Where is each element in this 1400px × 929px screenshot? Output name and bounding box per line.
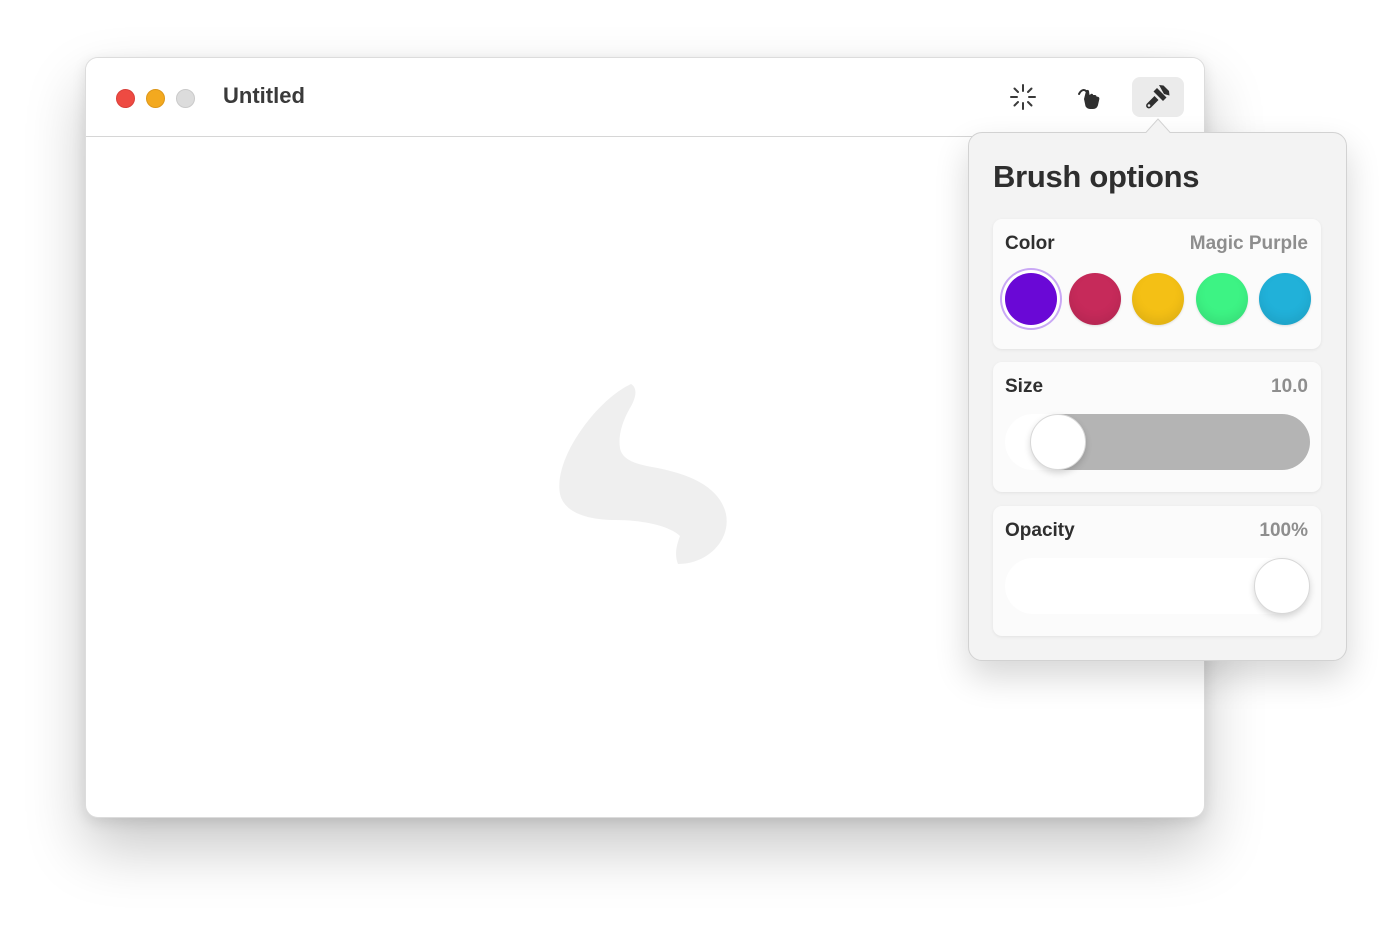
brush-icon [1146, 85, 1170, 109]
titlebar: Untitled [86, 58, 1204, 137]
close-window-button[interactable] [116, 89, 135, 108]
sparkle-icon [1010, 84, 1036, 110]
popover-arrow [1145, 118, 1171, 134]
size-value: 10.0 [1271, 376, 1308, 397]
window-title: Untitled [223, 83, 305, 108]
opacity-slider-thumb[interactable] [1254, 558, 1310, 614]
color-swatch-4[interactable] [1195, 273, 1248, 325]
minimize-window-button[interactable] [146, 89, 165, 108]
zoom-window-button[interactable] [176, 89, 195, 108]
brush-tool-button[interactable] [1132, 77, 1184, 117]
sparkle-tool-button[interactable] [997, 77, 1049, 117]
color-swatch-2[interactable] [1068, 273, 1121, 325]
color-swatch-3[interactable] [1132, 273, 1184, 325]
size-slider-thumb[interactable] [1029, 414, 1086, 470]
color-swatch-1[interactable] [1005, 273, 1057, 325]
size-section: Size 10.0 [993, 362, 1321, 492]
size-label: Size [1005, 376, 1044, 397]
size-slider-fill [1057, 414, 1310, 470]
brush-options-popover: Brush options Color Magic Purple Size 10… [968, 132, 1347, 661]
hand-pointer-icon [1078, 89, 1100, 109]
popover-title: Brush options [993, 159, 1200, 194]
opacity-value: 100% [1259, 520, 1308, 541]
app-logo-icon [559, 384, 727, 564]
color-label: Color [1005, 233, 1055, 254]
opacity-label: Opacity [1005, 520, 1075, 541]
color-swatch-5[interactable] [1259, 273, 1311, 325]
hand-tool-button[interactable] [1065, 77, 1117, 117]
color-section: Color Magic Purple [993, 219, 1321, 349]
color-value: Magic Purple [1189, 233, 1308, 254]
opacity-section: Opacity 100% [993, 506, 1321, 636]
